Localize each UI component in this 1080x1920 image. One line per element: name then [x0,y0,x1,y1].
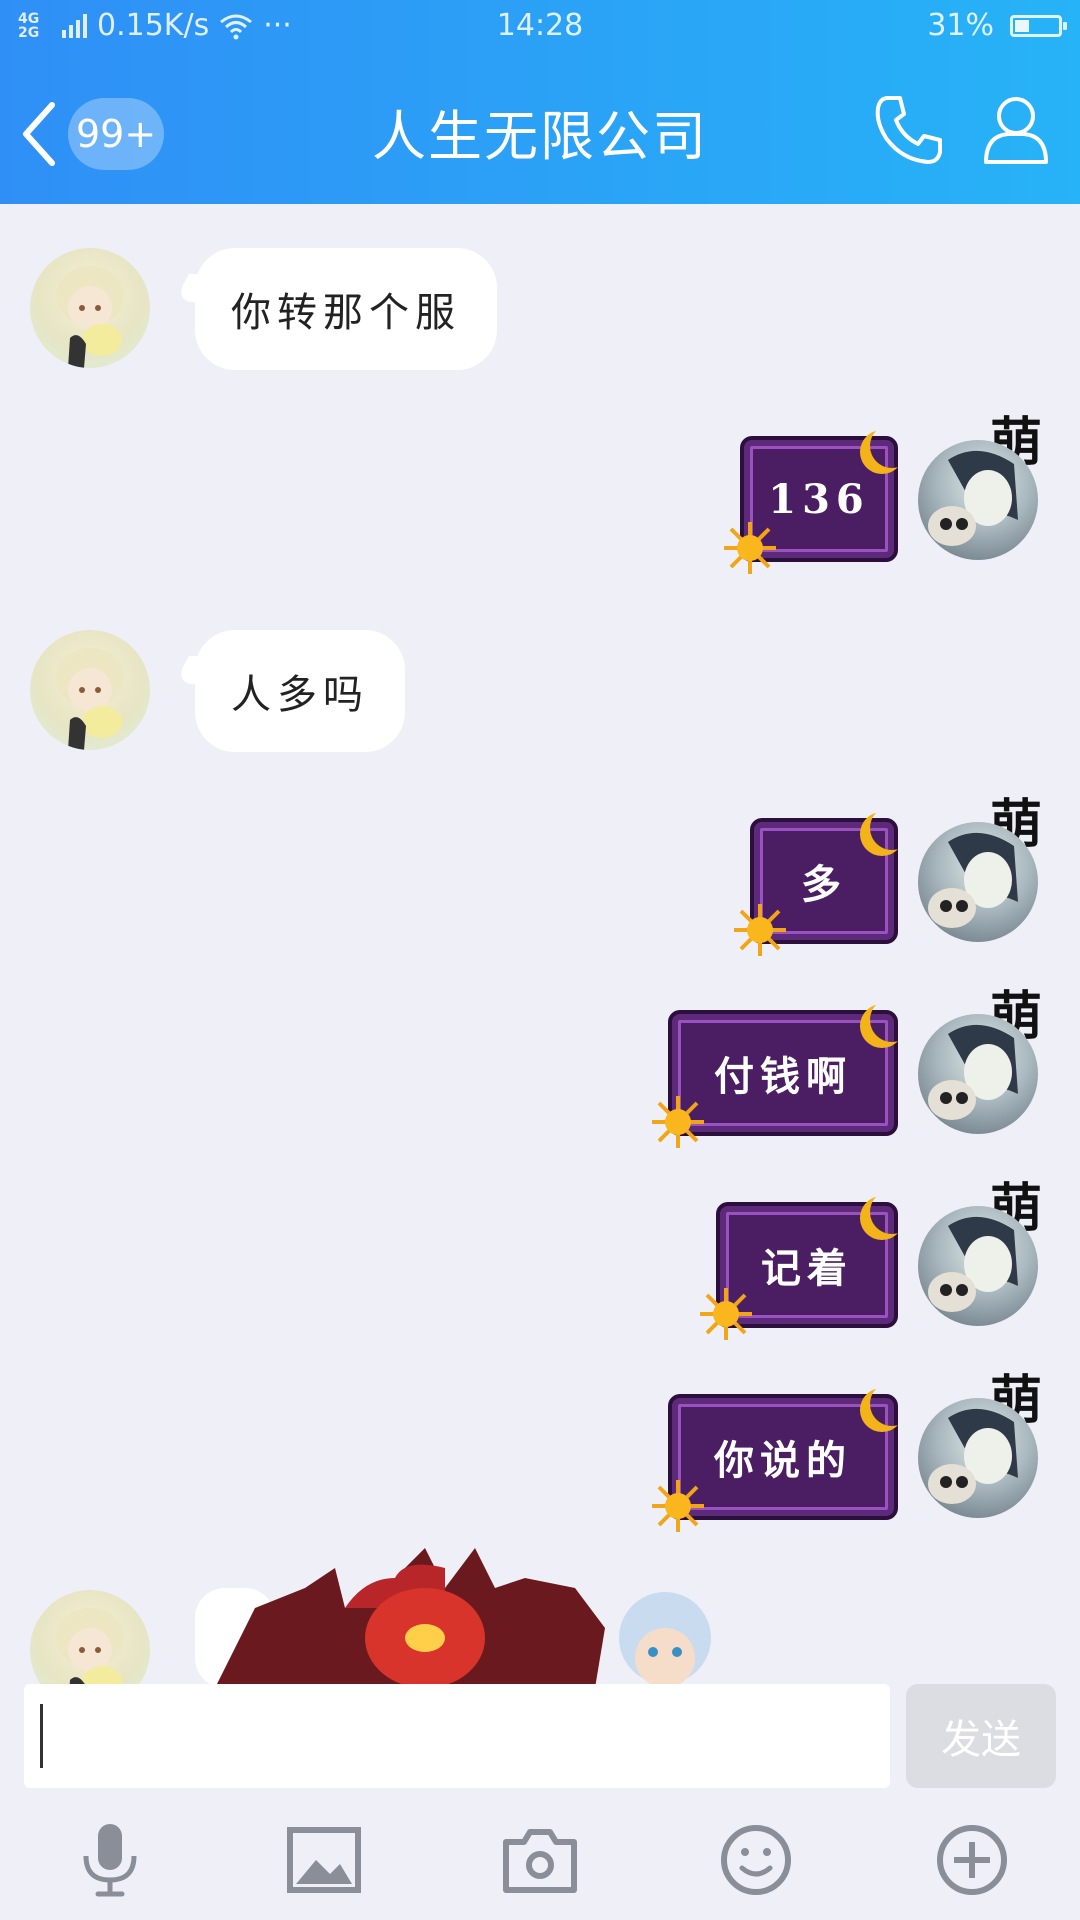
chat-header: 4G 2G 0.15K/s ··· 14:28 31% 99+ 人生无限公司 [0,0,1080,204]
camera-icon [503,1829,577,1893]
message-bubble[interactable]: 人多吗 [195,630,405,752]
sun-icon [724,522,776,574]
nav-bar: 99+ 人生无限公司 [0,70,1080,190]
my-avatar[interactable] [918,1206,1038,1326]
anime-character-avatar-icon [928,450,1018,546]
moon-icon [870,998,914,1042]
back-button[interactable]: 99+ [18,98,168,170]
back-arrow-icon [23,102,55,166]
message-input[interactable] [24,1684,890,1788]
more-actions-button[interactable] [932,1820,1012,1900]
page-title: 人生无限公司 [372,105,708,168]
moon-icon [870,1190,914,1234]
anime-character-avatar-icon [928,1408,1018,1504]
message-bubble-themed[interactable]: 记着 [700,1202,898,1340]
microphone-icon [83,1824,137,1897]
message-bubble-themed[interactable]: 付钱啊 [652,1010,898,1148]
sender-avatar[interactable] [30,248,150,368]
moon-icon [870,424,914,468]
voice-button[interactable] [70,1820,150,1900]
input-toolbar [0,1810,1080,1920]
message-bubble-themed[interactable]: 多 [734,818,898,956]
message-bubble-themed[interactable]: 136 [724,436,898,574]
group-profile-button[interactable] [980,92,1052,168]
composer: 发送 [0,1684,1080,1794]
anime-boy-avatar-icon [56,266,124,368]
image-icon [287,1827,361,1893]
sender-avatar[interactable] [30,1590,150,1684]
anime-boy-avatar-icon [56,1608,124,1684]
unread-badge: 99+ [68,98,165,170]
plus-icon [937,1825,1007,1895]
message-bubble[interactable]: 你转那个服 [195,248,497,370]
sun-icon [652,1096,704,1148]
sun-icon [652,1480,704,1532]
gallery-button[interactable] [284,1820,364,1900]
sun-icon [734,904,786,956]
my-avatar[interactable] [918,1398,1038,1518]
my-avatar[interactable] [918,822,1038,942]
message-text: 记着 [761,1245,853,1292]
emoji-icon [721,1825,791,1895]
status-bar: 4G 2G 0.15K/s ··· 14:28 31% [0,0,1080,56]
message-text: 付钱啊 [714,1053,852,1100]
text-caret [40,1704,43,1768]
message-text: 你说的 [714,1437,852,1484]
moon-icon [870,1382,914,1426]
message-text: 136 [768,475,870,523]
my-avatar[interactable] [918,1014,1038,1134]
battery-icon [1010,14,1067,37]
sun-icon [700,1288,752,1340]
anime-boy-avatar-icon [56,648,124,750]
status-time: 14:28 [496,8,584,43]
anime-character-avatar-icon [928,1216,1018,1312]
moon-icon [870,806,914,850]
anime-character-avatar-icon [928,1024,1018,1120]
emoji-button[interactable] [716,1820,796,1900]
sender-avatar[interactable] [30,630,150,750]
message-text: 多 [801,861,847,908]
message-bubble-themed[interactable]: 你说的 [652,1394,898,1532]
battery-percent: 31% [927,8,994,43]
phone-icon [875,96,942,164]
status-right: 31% [927,8,1067,43]
call-button[interactable] [872,92,948,168]
my-avatar[interactable] [918,440,1038,560]
sticker-image[interactable] [195,1548,755,1684]
message-list[interactable]: 你转那个服 萌 136 人多吗 萌 多 萌 付钱啊 萌 记着 萌 你说的 [0,204,1080,1684]
send-button[interactable]: 发送 [906,1684,1056,1788]
camera-button[interactable] [500,1820,580,1900]
user-icon [984,97,1048,164]
anime-character-avatar-icon [928,832,1018,928]
battery-fill [1015,19,1029,32]
